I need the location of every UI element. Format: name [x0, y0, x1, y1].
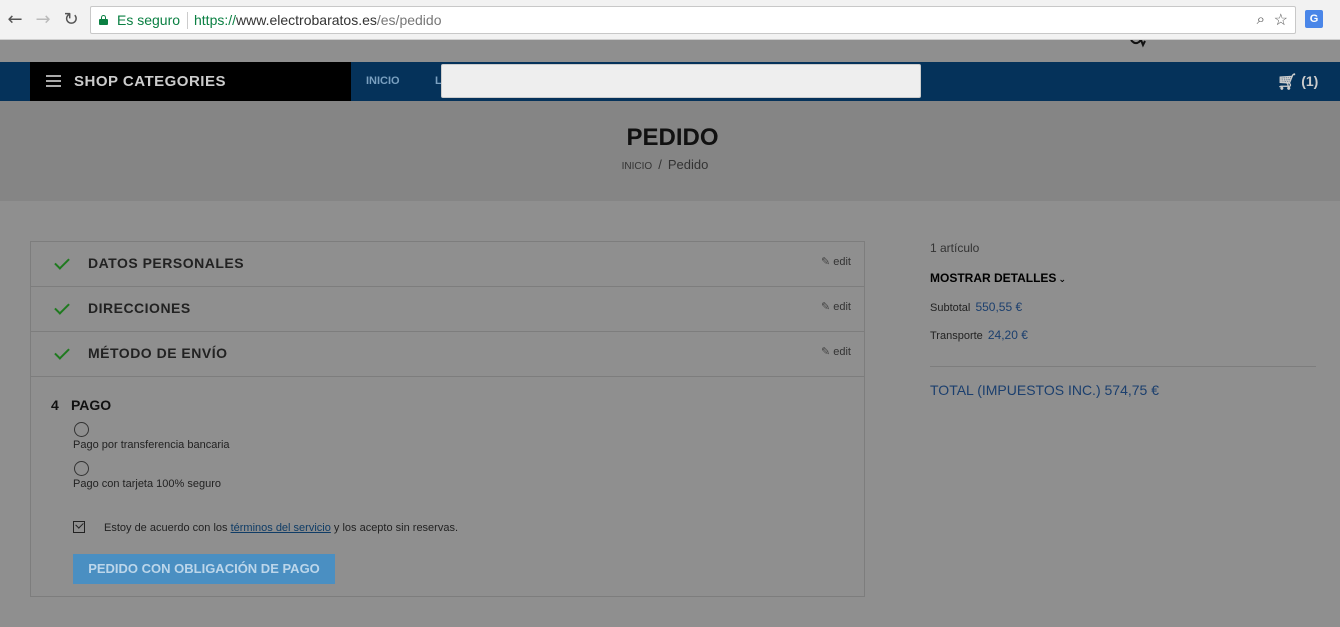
edit-label: edit [833, 301, 851, 313]
step-title: PAGO [71, 397, 112, 413]
shipping-line: Transporte 24,20 € [930, 328, 1028, 342]
edit-label: edit [833, 346, 851, 358]
step-addresses[interactable]: DIRECCIONES ✎ edit [31, 287, 864, 332]
page-header: PEDIDO Inicio / Pedido [0, 101, 1340, 201]
breadcrumb-separator: / [658, 157, 662, 172]
payment-option-label[interactable]: Pago por transferencia bancaria [73, 439, 230, 451]
checkout-steps: DATOS PERSONALES ✎ edit DIRECCIONES ✎ edit… [30, 241, 865, 597]
check-icon [54, 299, 70, 315]
shipping-label: Transporte [930, 330, 983, 342]
cart-summary: 1 artículo MOSTRAR DETALLES ⌄ Subtotal 55… [930, 241, 1316, 411]
terms-link[interactable]: términos del servicio [231, 522, 331, 534]
breadcrumb-current: Pedido [667, 157, 709, 172]
url-scheme: https:// [194, 12, 237, 28]
shop-categories-button[interactable]: SHOP CATEGORIES [30, 62, 351, 101]
edit-label: edit [833, 256, 851, 268]
check-icon [54, 254, 70, 270]
secure-label: Es seguro [117, 12, 181, 28]
search-input[interactable] [441, 64, 921, 98]
order-total: TOTAL (IMPUESTOS INC.) 574,75 € [930, 382, 1159, 398]
show-details-toggle[interactable]: MOSTRAR DETALLES ⌄ [930, 271, 1066, 285]
url-host: www.electrobaratos.es [236, 12, 377, 28]
terms-text-before: Estoy de acuerdo con los [104, 522, 231, 534]
pencil-icon: ✎ [821, 255, 831, 268]
address-bar[interactable]: Es seguro https://www.electrobaratos.es/… [90, 6, 1296, 34]
shipping-value: 24,20 € [987, 328, 1028, 342]
subtotal-line: Subtotal 550,55 € [930, 300, 1022, 314]
subtotal-value: 550,55 € [975, 300, 1023, 314]
nav-link-inicio[interactable]: INICIO [366, 75, 400, 87]
bookmark-star-icon[interactable]: ☆ [1274, 10, 1288, 30]
edit-link[interactable]: ✎ edit [821, 255, 851, 268]
summary-divider [930, 366, 1316, 367]
breadcrumb: Inicio / Pedido [0, 157, 1330, 172]
step-payment: 4 PAGO Pago por transferencia bancaria P… [31, 377, 864, 596]
translate-icon[interactable]: G [1305, 10, 1323, 28]
step-title: MÉTODO DE ENVÍO [88, 345, 228, 361]
check-icon [54, 344, 70, 360]
breadcrumb-home[interactable]: Inicio [622, 161, 653, 172]
terms-text: Estoy de acuerdo con los términos del se… [104, 522, 458, 534]
back-arrow-icon[interactable]: ← [5, 10, 25, 30]
zoom-icon[interactable]: ⌕ [1257, 11, 1265, 28]
cart-count: (1) [1301, 73, 1319, 89]
cart-button[interactable]: 🛒︎ (1) [1277, 72, 1319, 91]
pencil-icon: ✎ [821, 345, 831, 358]
reload-icon[interactable]: ↻ [61, 10, 81, 30]
omnibox-divider [187, 12, 188, 29]
terms-text-after: y los acepto sin reservas. [330, 522, 459, 534]
page-title: PEDIDO [626, 124, 719, 151]
step-title: DATOS PERSONALES [88, 255, 245, 271]
subtotal-label: Subtotal [930, 302, 971, 314]
forward-arrow-icon[interactable]: → [33, 10, 53, 30]
payment-radio-bank-transfer[interactable] [74, 422, 89, 437]
pencil-icon: ✎ [821, 300, 831, 313]
shop-categories-label: SHOP CATEGORIES [74, 73, 226, 90]
cart-icon: 🛒︎ [1277, 72, 1298, 91]
step-number: 4 [51, 397, 59, 413]
payment-option-label[interactable]: Pago con tarjeta 100% seguro [73, 478, 221, 490]
hamburger-icon [46, 75, 61, 87]
show-details-label: MOSTRAR DETALLES [930, 271, 1057, 285]
step-shipping-method[interactable]: MÉTODO DE ENVÍO ✎ edit [31, 332, 864, 377]
url-path: /es/pedido [376, 12, 442, 28]
step-title: DIRECCIONES [88, 300, 191, 316]
logo-fragment-icon [1130, 40, 1146, 48]
browser-toolbar: ← → ↻ Es seguro https://www.electrobarat… [0, 0, 1340, 40]
terms-checkbox[interactable] [73, 521, 85, 533]
payment-radio-card[interactable] [74, 461, 89, 476]
chevron-down-icon: ⌄ [1058, 275, 1066, 285]
edit-link[interactable]: ✎ edit [821, 300, 851, 313]
main-navigation: SHOP CATEGORIES INICIO L 🛒︎ (1) [0, 62, 1340, 101]
place-order-button[interactable]: PEDIDO CON OBLIGACIÓN DE PAGO [73, 554, 335, 584]
top-strip [0, 40, 1340, 62]
edit-link[interactable]: ✎ edit [821, 345, 851, 358]
step-personal-data[interactable]: DATOS PERSONALES ✎ edit [31, 242, 864, 287]
item-count: 1 artículo [930, 241, 980, 255]
url-text[interactable]: https://www.electrobaratos.es/es/pedido [194, 12, 441, 28]
lock-icon [99, 15, 108, 25]
